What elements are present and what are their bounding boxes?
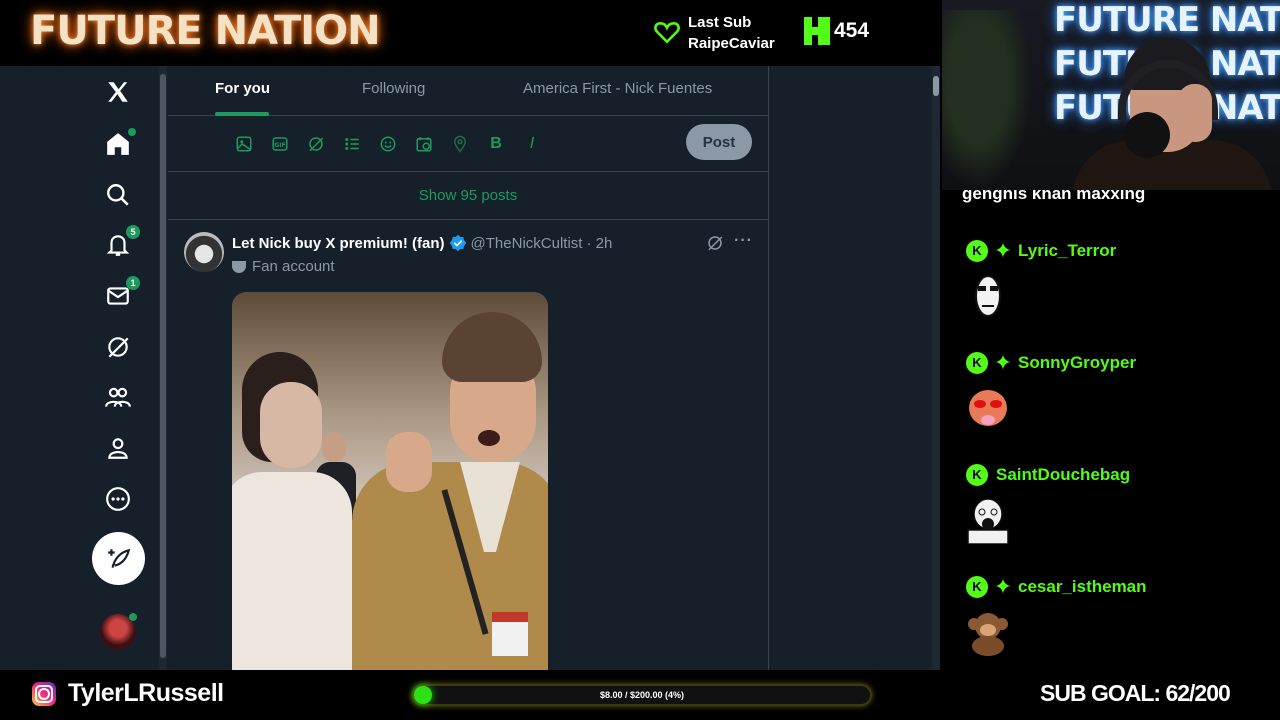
chat-username[interactable]: cesar_istheman [1018,577,1147,597]
emoji-icon[interactable] [378,134,398,154]
verified-badge-icon [449,234,467,252]
top-overlay-bar: FUTURE NATION Last Sub RaipeCaviar 454 [0,0,940,66]
streamer-hand [1178,84,1212,142]
chat-username[interactable]: Lyric_Terror [1018,241,1116,261]
sub-goal-text: SUB GOAL: 62/200 [1040,680,1231,706]
kick-logo-icon [804,17,830,45]
schedule-icon[interactable] [414,134,434,154]
donation-goal-bar: $8.00 / $200.00 (4%) [412,684,872,706]
stream-layout: FUTURE NATION Last Sub RaipeCaviar 454 5… [0,0,1280,720]
timeline-column: For you Following America First - Nick F… [168,66,769,670]
more-icon[interactable] [104,485,132,513]
compose-post-button[interactable] [92,532,145,585]
sub-star-icon: ✦ [993,574,1013,599]
sub-star-icon: ✦ [993,350,1013,375]
webcam-feed: FUTURE NATION FUTURE NATION FUTURE NATIO… [942,0,1280,190]
search-icon[interactable] [104,181,132,209]
chat-message: ✦ SonnyGroyper [966,352,1266,437]
notifications-icon[interactable]: 5 [104,225,140,259]
brand-title: FUTURE NATION [30,8,381,54]
sidebar-nav: 5 1 [0,66,160,670]
chat-message: SaintDouchebag [966,464,1266,549]
show-new-posts-button[interactable]: Show 95 posts [168,172,768,220]
heart-icon [654,22,680,44]
chat-message: ✦ Lyric_Terror [966,240,1266,325]
stream-chat: gengnis khan maxxing ✦ Lyric_Terror ✦ So… [942,190,1280,670]
notifications-badge: 5 [126,225,140,239]
svg-text:GIF: GIF [274,142,285,149]
account-status-dot [129,613,137,621]
grok-icon[interactable] [104,333,132,361]
location-icon[interactable] [450,134,470,154]
fan-account-label: Fan account [232,258,335,275]
italic-icon[interactable]: I [522,134,542,154]
person-right [342,312,548,670]
feather-plus-icon [107,548,130,568]
chat-message: ✦ cesar_istheman [966,576,1266,661]
kick-badge-icon [966,576,988,598]
chat-username[interactable]: SaintDouchebag [996,465,1130,485]
page-scrollbar[interactable] [932,66,940,670]
tweet-header: Let Nick buy X premium! (fan) @TheNickCu… [232,234,612,252]
sub-star-icon: ✦ [993,238,1013,263]
fan-account-text: Fan account [252,258,335,275]
sidebar-scrollbar[interactable] [159,66,167,670]
chat-username[interactable]: SonnyGroyper [1018,353,1136,373]
neon-sign-line: FUTURE NATION [1054,0,1280,40]
kick-badge-icon [966,464,988,486]
tweet-author-handle[interactable]: @TheNickCultist [471,235,583,252]
home-unread-dot [128,128,136,136]
plant [942,10,1032,190]
emote-monkey-icon [968,613,1008,656]
communities-icon[interactable] [104,384,132,412]
emote-drawn-face-icon [975,275,1001,317]
tweet-card[interactable]: Let Nick buy X premium! (fan) @TheNickCu… [168,220,768,670]
viewer-count: 454 [834,19,870,42]
poll-icon[interactable] [342,134,362,154]
post-button[interactable]: Post [686,124,752,160]
grok-icon[interactable] [306,134,326,154]
chat-partial-message: gengnis khan maxxing [962,190,1146,203]
post-composer-toolbar: GIF B I Post [168,116,768,172]
timeline-tabs: For you Following America First - Nick F… [168,66,768,116]
tab-for-you[interactable]: For you [215,80,270,97]
emote-frog-icon [969,390,1007,426]
tweet-author-avatar[interactable] [184,232,224,272]
instagram-handle: TylerLRussell [68,679,224,707]
bold-icon[interactable]: B [486,134,506,154]
instagram-icon [32,682,56,706]
tab-following[interactable]: Following [362,80,425,97]
theater-mask-icon [232,260,246,273]
donation-goal-text: $8.00 / $200.00 (4%) [599,690,685,700]
x-logo-icon[interactable] [104,78,132,106]
right-sidebar [770,66,932,670]
tweet-author-name[interactable]: Let Nick buy X premium! (fan) [232,235,445,252]
grok-icon[interactable] [706,234,724,257]
last-sub-name: RaipeCaviar [688,35,775,52]
image-icon[interactable] [234,134,254,154]
home-icon[interactable] [104,128,136,158]
messages-icon[interactable]: 1 [104,276,140,310]
bottom-overlay-bar: TylerLRussell $8.00 / $200.00 (4%) SUB G… [0,670,1280,720]
kick-badge-icon [966,240,988,262]
x-app-window: 5 1 For you Following America First - Ni… [0,66,940,670]
tab-america-first[interactable]: America First - Nick Fuentes [523,80,712,97]
tweet-timestamp[interactable]: · 2h [586,235,612,252]
kick-badge-icon [966,352,988,374]
gif-icon[interactable]: GIF [270,134,290,154]
account-avatar[interactable] [100,613,137,650]
messages-badge: 1 [126,276,140,290]
last-sub-label: Last Sub [688,14,752,31]
tweet-more-options-icon[interactable]: ··· [734,232,753,250]
tweet-video[interactable] [232,292,548,670]
emote-soyjak-icon [967,498,1009,545]
microphone [1124,112,1170,158]
profile-icon[interactable] [104,434,132,462]
